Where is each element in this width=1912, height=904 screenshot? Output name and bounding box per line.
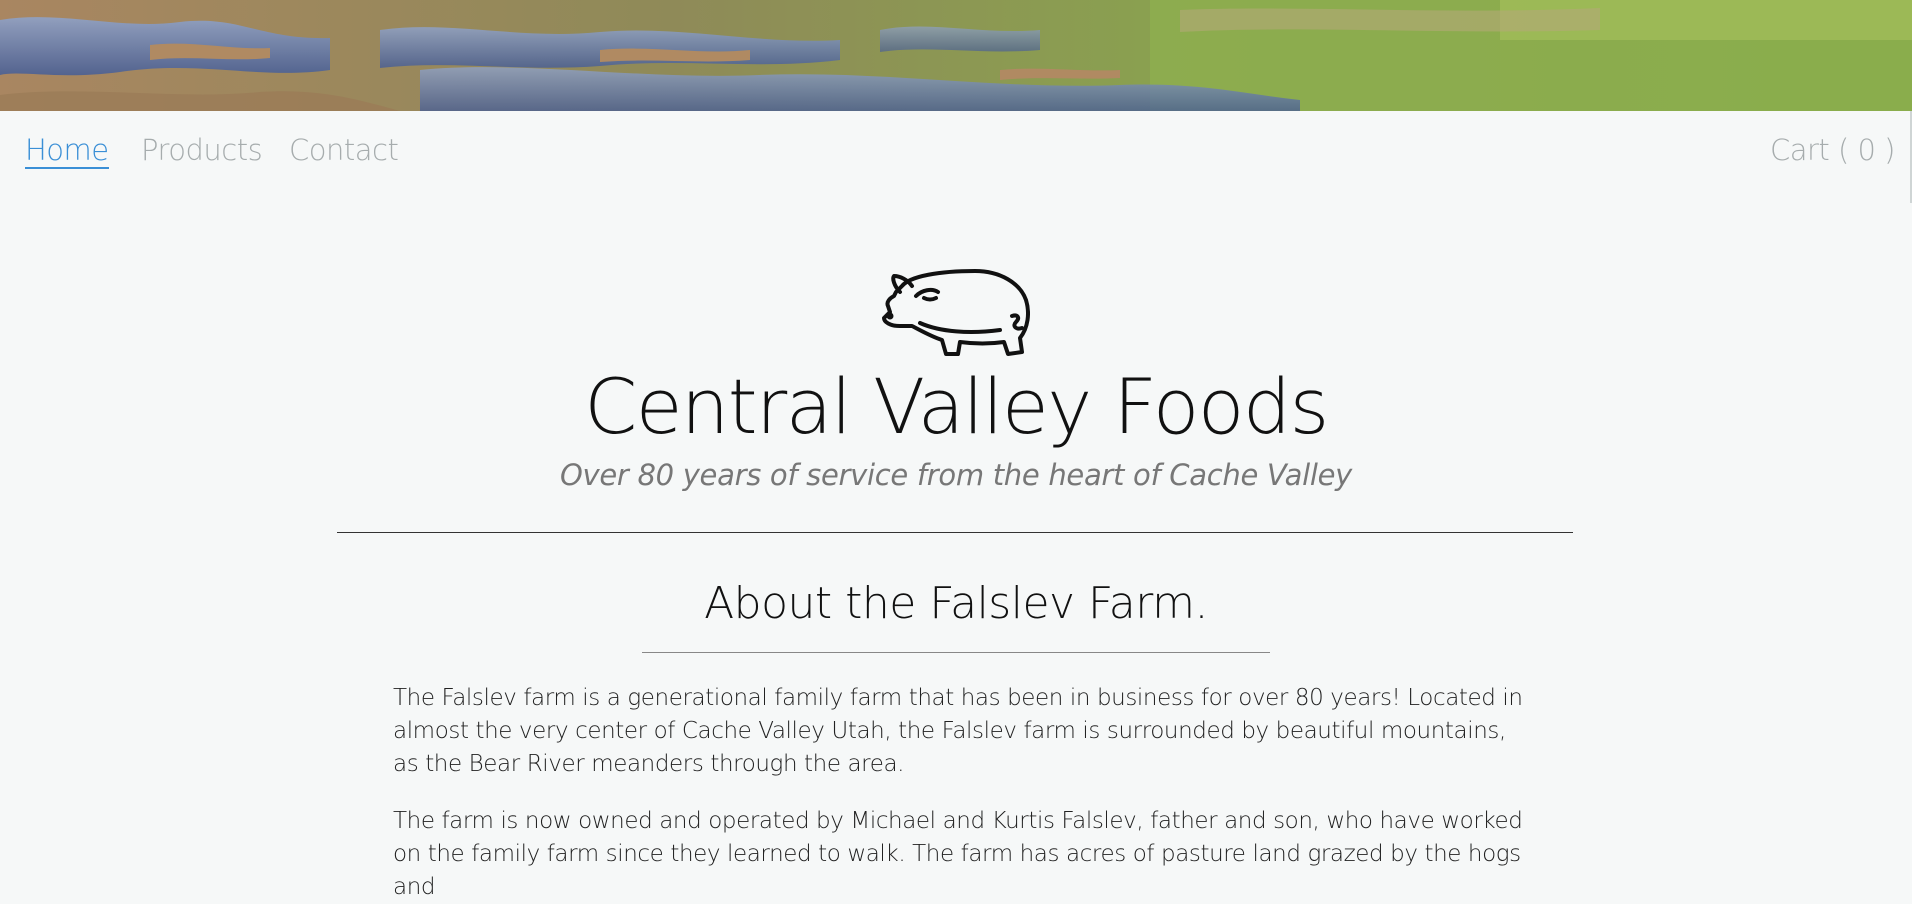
about-paragraph: The farm is now owned and operated by Mi… xyxy=(393,808,1523,900)
nav-item-products[interactable]: Products xyxy=(141,133,263,167)
site-title: Central Valley Foods xyxy=(584,362,1329,451)
nav-item-home[interactable]: Home xyxy=(25,133,109,169)
main-nav: Home Products Contact Cart ( 0 ) xyxy=(0,111,1912,191)
cart-link[interactable]: Cart ( 0 ) xyxy=(1770,133,1896,167)
nav-item-contact[interactable]: Contact xyxy=(289,133,399,167)
about-paragraph: The Falslev farm is a generational famil… xyxy=(393,685,1523,777)
divider xyxy=(337,532,1573,533)
heading-underline xyxy=(642,652,1270,653)
pig-icon xyxy=(880,268,1030,358)
banner-image xyxy=(0,0,1912,111)
about-heading: About the Falslev Farm. xyxy=(704,578,1208,629)
site-tagline: Over 80 years of service from the heart … xyxy=(560,458,1352,492)
